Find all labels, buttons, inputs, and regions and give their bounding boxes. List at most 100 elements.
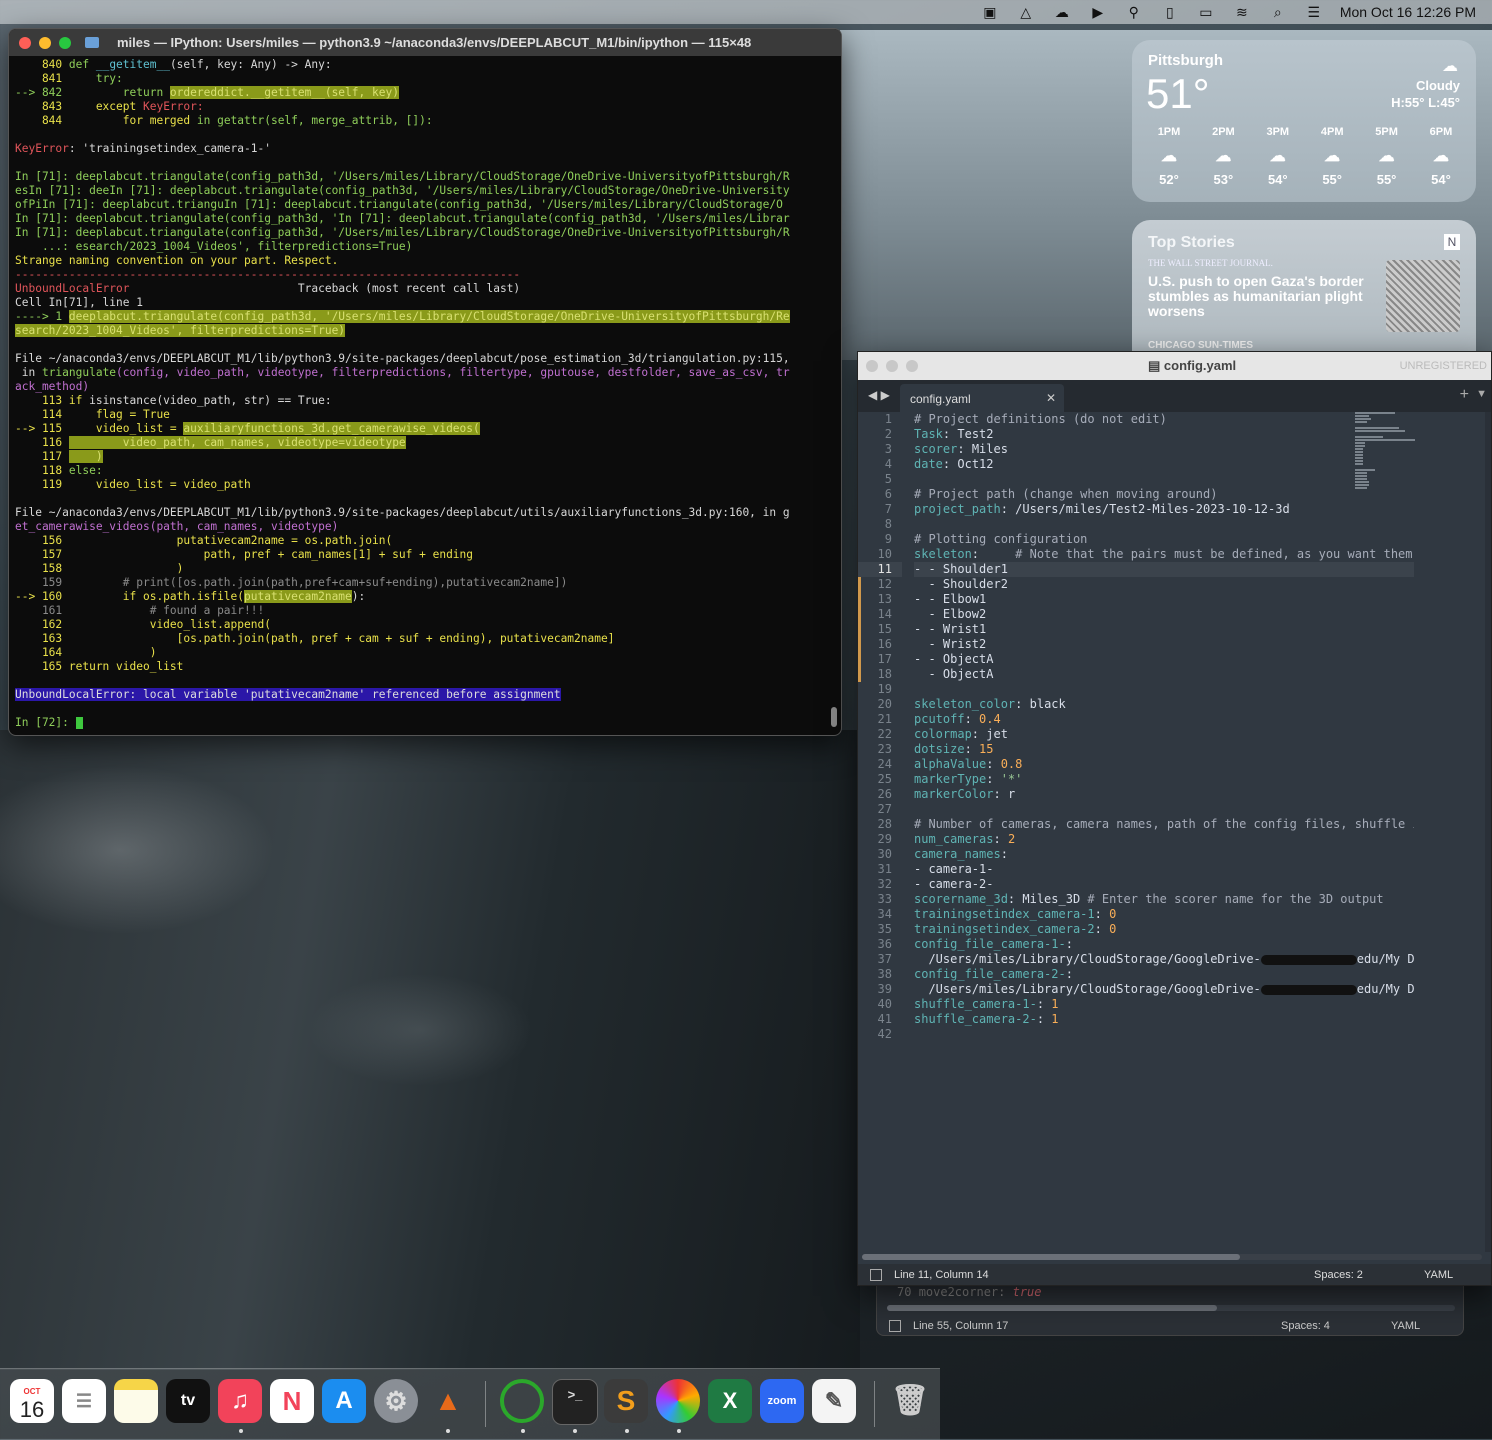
editor-window[interactable]: ▤ config.yaml UNREGISTERED ◀ ▶ config.ya…: [857, 351, 1492, 1286]
tab-config-yaml[interactable]: config.yaml ✕: [900, 384, 1064, 412]
editor-position[interactable]: Line 11, Column 14: [894, 1269, 989, 1281]
display-icon[interactable]: ▣: [980, 4, 1000, 21]
code-line[interactable]: shuffle_camera-1-: 1: [914, 997, 1414, 1012]
code-line[interactable]: - ObjectA: [914, 667, 1414, 682]
sublime-text-icon[interactable]: S: [604, 1379, 648, 1423]
code-line[interactable]: markerType: '*': [914, 772, 1414, 787]
code-line[interactable]: camera_names:: [914, 847, 1414, 862]
code-line[interactable]: dotsize: 15: [914, 742, 1414, 757]
code-line[interactable]: date: Oct12: [914, 457, 1414, 472]
close-button[interactable]: [866, 360, 878, 372]
code-line[interactable]: - camera-2-: [914, 877, 1414, 892]
code-line[interactable]: /Users/miles/Library/CloudStorage/Google…: [914, 952, 1414, 967]
code-line[interactable]: markerColor: r: [914, 787, 1414, 802]
weather-widget[interactable]: Pittsburgh 51° ☁ Cloudy H:55° L:45° 1PM ☁…: [1132, 40, 1476, 202]
code-line[interactable]: [914, 517, 1414, 532]
code-line[interactable]: [914, 802, 1414, 817]
excel-icon[interactable]: X: [708, 1379, 752, 1423]
code-line[interactable]: pcutoff: 0.4: [914, 712, 1414, 727]
cloud-icon[interactable]: ☁: [1052, 4, 1072, 21]
close-button[interactable]: [19, 36, 31, 49]
app-store-icon[interactable]: A: [322, 1379, 366, 1423]
news-headline[interactable]: U.S. push to open Gaza's border stumbles…: [1148, 274, 1366, 319]
code-line[interactable]: skeleton_color: black: [914, 697, 1414, 712]
code-line[interactable]: config_file_camera-2-:: [914, 967, 1414, 982]
minimize-button[interactable]: [39, 36, 51, 49]
minimize-button[interactable]: [886, 360, 898, 372]
code-line[interactable]: # Plotting configuration: [914, 532, 1414, 547]
search-icon[interactable]: ⌕: [1268, 4, 1288, 21]
play-icon[interactable]: ▶: [1088, 4, 1108, 21]
news-thumbnail[interactable]: [1386, 260, 1460, 332]
code-line[interactable]: [914, 682, 1414, 697]
code-line[interactable]: - Elbow2: [914, 607, 1414, 622]
new-tab-icon[interactable]: +: [1460, 386, 1469, 404]
chevron-down-icon[interactable]: ▼: [1476, 388, 1487, 400]
code-line[interactable]: num_cameras: 2: [914, 832, 1414, 847]
editor-back-spaces[interactable]: Spaces: 4: [1281, 1320, 1330, 1332]
code-line[interactable]: [914, 1027, 1414, 1042]
close-icon[interactable]: ✕: [1046, 391, 1056, 405]
notes-icon[interactable]: [114, 1379, 158, 1423]
system-settings-icon[interactable]: ⚙: [374, 1379, 418, 1423]
code-line[interactable]: [914, 472, 1414, 487]
editor-vscroll[interactable]: [1485, 412, 1491, 1252]
apple-tv-icon[interactable]: tv: [166, 1379, 210, 1423]
matlab-icon[interactable]: ▲: [426, 1379, 470, 1423]
music-icon[interactable]: ♫: [218, 1379, 262, 1423]
code-line[interactable]: trainingsetindex_camera-1: 0: [914, 907, 1414, 922]
terminal-scrollbar[interactable]: [829, 59, 839, 731]
terminal-title-bar[interactable]: miles — IPython: Users/miles — python3.9…: [9, 29, 841, 56]
tab-nav-arrows-icon[interactable]: ◀ ▶: [868, 388, 890, 402]
terminal-app-icon[interactable]: >_: [552, 1379, 598, 1425]
terminal-window[interactable]: miles — IPython: Users/miles — python3.9…: [8, 28, 842, 736]
wifi-icon[interactable]: ≋: [1232, 4, 1252, 21]
activity-icon[interactable]: [500, 1379, 544, 1423]
phone-icon[interactable]: ▯: [1160, 4, 1180, 21]
battery-icon[interactable]: ▭: [1196, 4, 1216, 21]
code-line[interactable]: # Project definitions (do not edit): [914, 412, 1414, 427]
editor-back-position[interactable]: Line 55, Column 17: [913, 1320, 1008, 1332]
code-line[interactable]: skeleton: # Note that the pairs must be …: [914, 547, 1414, 562]
zoom-button[interactable]: [59, 36, 71, 49]
trash-icon[interactable]: 🗑: [888, 1379, 932, 1423]
menu-clock[interactable]: Mon Oct 16 12:26 PM: [1340, 4, 1476, 20]
minimap[interactable]: [1355, 412, 1415, 512]
panel-toggle-icon[interactable]: [870, 1269, 882, 1281]
code-line[interactable]: - Wrist2: [914, 637, 1414, 652]
code-line[interactable]: colormap: jet: [914, 727, 1414, 742]
panel-toggle-icon[interactable]: [889, 1320, 901, 1332]
control-center-icon[interactable]: ☰: [1304, 4, 1324, 21]
code-line[interactable]: scorer: Miles: [914, 442, 1414, 457]
editor-back-hscroll[interactable]: [887, 1305, 1455, 1311]
code-line[interactable]: # Project path (change when moving aroun…: [914, 487, 1414, 502]
code-line[interactable]: trainingsetindex_camera-2: 0: [914, 922, 1414, 937]
editor-hscroll[interactable]: [862, 1254, 1482, 1260]
zoom-button[interactable]: [906, 360, 918, 372]
code-line[interactable]: - - Shoulder1: [914, 562, 1414, 577]
zoom-icon[interactable]: zoom: [760, 1379, 804, 1423]
code-line[interactable]: shuffle_camera-2-: 1: [914, 1012, 1414, 1027]
code-line[interactable]: project_path: /Users/miles/Test2-Miles-2…: [914, 502, 1414, 517]
pinwheel-icon[interactable]: [656, 1379, 700, 1423]
calendar-icon[interactable]: OCT 16: [10, 1379, 54, 1423]
code-line[interactable]: scorername_3d: Miles_3D # Enter the scor…: [914, 892, 1414, 907]
editor-spaces[interactable]: Spaces: 2: [1314, 1269, 1363, 1281]
news-widget[interactable]: Top Stories N THE WALL STREET JOURNAL. U…: [1132, 220, 1476, 352]
editor-syntax[interactable]: YAML: [1424, 1269, 1453, 1281]
reminders-icon[interactable]: ☰: [62, 1379, 106, 1423]
news-icon[interactable]: N: [270, 1379, 314, 1423]
code-line[interactable]: - - ObjectA: [914, 652, 1414, 667]
code-line[interactable]: config_file_camera-1-:: [914, 937, 1414, 952]
drive-icon[interactable]: △: [1016, 4, 1036, 21]
editor-back-syntax[interactable]: YAML: [1391, 1320, 1420, 1332]
antenna-icon[interactable]: ⚲: [1124, 4, 1144, 21]
code-line[interactable]: - camera-1-: [914, 862, 1414, 877]
code-line[interactable]: - Shoulder2: [914, 577, 1414, 592]
code-line[interactable]: Task: Test2: [914, 427, 1414, 442]
textedit-icon[interactable]: ✎: [812, 1379, 856, 1423]
code-area[interactable]: # Project definitions (do not edit) Task:…: [914, 412, 1414, 1252]
code-line[interactable]: # Number of cameras, camera names, path …: [914, 817, 1414, 832]
code-line[interactable]: alphaValue: 0.8: [914, 757, 1414, 772]
code-line[interactable]: - - Wrist1: [914, 622, 1414, 637]
